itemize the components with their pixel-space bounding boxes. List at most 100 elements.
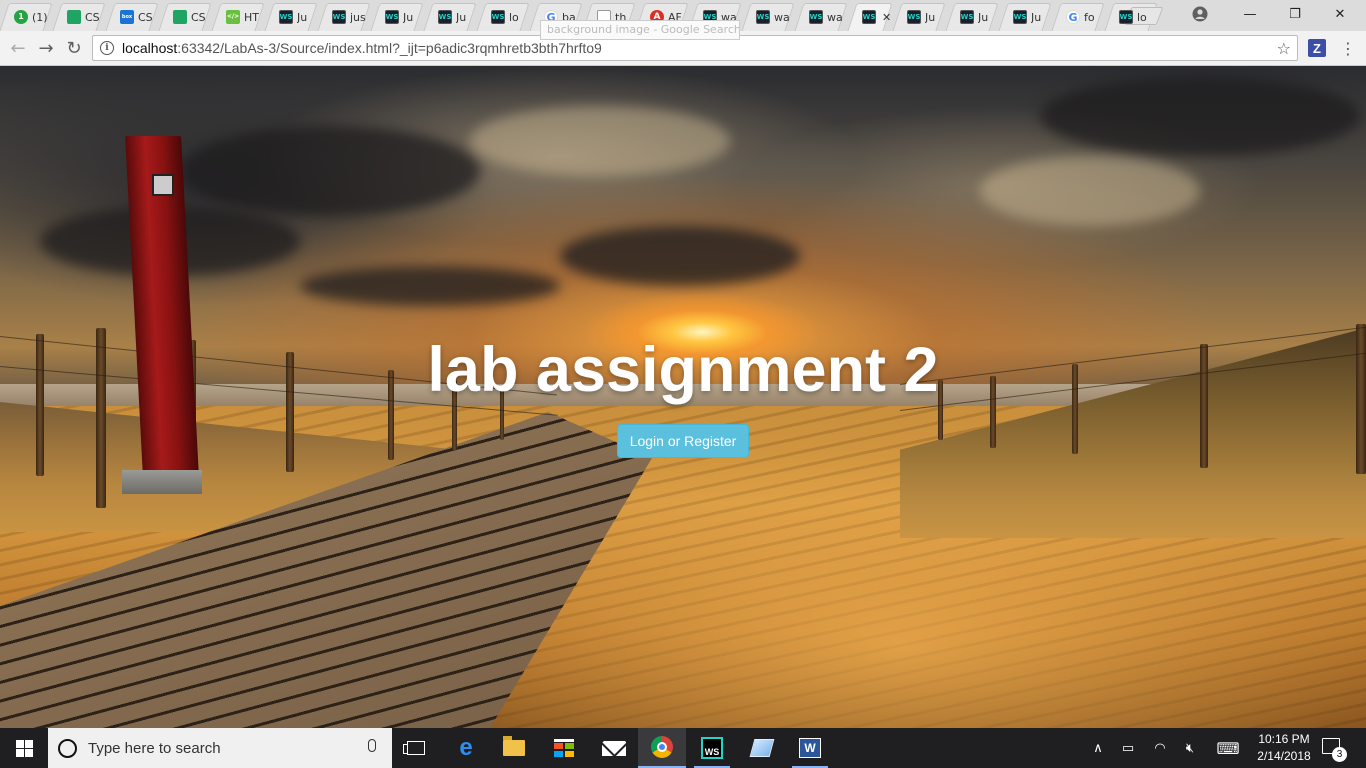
tab-tooltip: background image - Google Search [540,20,740,40]
tab-label: wa [827,10,843,24]
tab-label: lo [1137,10,1147,24]
keyboard-icon[interactable]: ⌨ [1214,728,1242,768]
sticky-notes-button[interactable] [738,728,786,768]
tab[interactable]: CS [53,3,105,31]
webstorm-button[interactable]: WS [688,728,736,768]
tab-label: (1) [32,10,48,24]
tab-label: fo [1084,10,1095,24]
webstorm-icon: WS [756,10,770,24]
sticky-notes-icon [749,739,775,757]
webstorm-icon: WS [960,10,974,24]
volume-muted-icon[interactable]: 🔇︎ [1176,728,1204,768]
profile-icon[interactable] [1192,6,1208,22]
taskbar-search-box[interactable]: Type here to search [48,728,392,768]
tab-active[interactable]: WS ✕ [848,3,892,31]
edge-icon: e [459,734,473,761]
notification-count-badge: 3 [1332,747,1347,762]
task-view-icon [403,741,425,755]
url-path: :63342/LabAs-3/Source/index.html?_ijt=p6… [177,40,602,56]
tab[interactable]: WS Ju [946,3,998,31]
back-button[interactable]: ← [6,37,30,59]
hero-section: lab assignment 2 Login or Register [0,66,1366,728]
tab[interactable]: WS wa [795,3,847,31]
chrome-icon [651,736,673,758]
folder-icon [503,736,525,756]
show-hidden-icons-chevron-icon[interactable]: ∧ [1084,728,1112,768]
tab[interactable]: CS [159,3,211,31]
minimize-button[interactable]: — [1228,0,1272,28]
word-button[interactable]: W [786,728,834,768]
circle-one-icon: 1 [14,10,28,24]
store-icon [554,739,574,757]
bookmark-star-icon[interactable]: ☆ [1277,39,1291,58]
tab-label: lo [509,10,519,24]
tab-label: jus [350,10,366,24]
mail-button[interactable] [590,728,638,768]
tab-label: Ju [456,10,467,24]
webstorm-icon: WS [1013,10,1027,24]
site-info-icon[interactable]: i [100,41,114,55]
clock-date: 2/14/2018 [1257,749,1311,763]
browser-tab-strip: 1 (1) CS box CS CS </> HT WS Ju WS jus WS Ju WS Ju WS lo G… [0,0,1366,40]
windows-logo-icon [15,739,33,757]
tab[interactable]: WS lo [477,3,529,31]
tab[interactable]: 1 (1) [0,3,52,31]
webstorm-icon: WS [438,10,452,24]
tab-close-icon[interactable]: ✕ [882,11,891,24]
microphone-icon[interactable] [368,739,376,752]
tab[interactable]: WS wa [742,3,794,31]
taskbar-clock[interactable]: 10:16 PM 2/14/2018 [1248,731,1320,765]
page-viewport: lab assignment 2 Login or Register [0,66,1366,728]
html-icon: </> [226,10,240,24]
tab-label: CS [85,10,100,24]
webstorm-icon: WS [809,10,823,24]
webstorm-icon: WS [701,737,723,759]
webstorm-icon: WS [279,10,293,24]
address-url[interactable]: localhost:63342/LabAs-3/Source/index.htm… [122,40,602,56]
webstorm-icon: WS [385,10,399,24]
browser-menu-icon[interactable]: ⋮ [1340,39,1356,58]
close-window-button[interactable]: ✕ [1318,0,1362,28]
tab[interactable]: WS jus [318,3,370,31]
tab-label: Ju [403,10,414,24]
webstorm-icon: WS [907,10,921,24]
file-explorer-button[interactable] [490,728,538,768]
sheets-icon [173,10,187,24]
webstorm-icon: WS [862,10,876,24]
windows-taskbar: Type here to search e WS W ∧ ▭ ◠ 🔇︎ ⌨ 10… [0,728,1366,768]
sheets-icon [67,10,81,24]
google-icon: G [1066,10,1080,24]
tab[interactable]: WS Ju [265,3,317,31]
login-register-button[interactable]: Login or Register [617,424,749,458]
clock-time: 10:16 PM [1258,732,1310,746]
battery-icon[interactable]: ▭ [1114,728,1142,768]
task-view-button[interactable] [392,728,440,768]
reload-button[interactable]: ↻ [62,37,86,59]
tab-label: HT [244,10,259,24]
forward-button[interactable]: → [34,37,58,59]
extension-z-icon[interactable]: Z [1308,39,1326,57]
tab[interactable]: WS Ju [371,3,423,31]
tab-label: CS [191,10,206,24]
tab[interactable]: </> HT [212,3,264,31]
maximize-button[interactable]: ❐ [1273,0,1317,28]
tab-label: Ju [925,10,936,24]
tab[interactable]: box CS [106,3,158,31]
store-button[interactable] [540,728,588,768]
tab[interactable]: Gfo [1052,3,1104,31]
search-placeholder: Type here to search [88,739,221,757]
page-title: lab assignment 2 [427,335,939,405]
start-button[interactable] [0,728,48,768]
webstorm-icon: WS [1119,10,1133,24]
url-host: localhost [122,40,178,56]
box-icon: box [120,10,134,24]
edge-button[interactable]: e [442,728,490,768]
tab[interactable]: WS Ju [424,3,476,31]
chrome-button[interactable] [638,728,686,768]
tab[interactable]: WS Ju [999,3,1051,31]
tab-label: Ju [1031,10,1042,24]
webstorm-icon: WS [332,10,346,24]
tab[interactable]: WS Ju [893,3,945,31]
tab-label: Ju [978,10,989,24]
wifi-icon[interactable]: ◠ [1146,728,1174,768]
